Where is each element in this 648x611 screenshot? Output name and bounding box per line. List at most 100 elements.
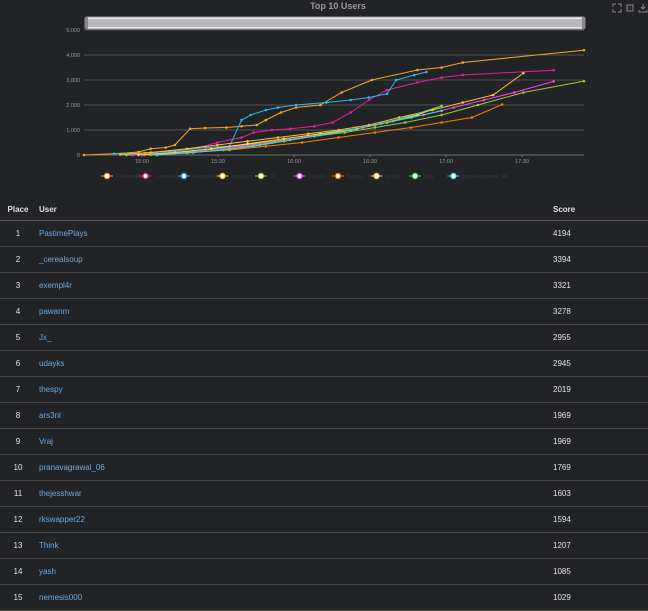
data-point <box>216 143 219 147</box>
data-point <box>203 126 207 130</box>
table-row: 2 _cerealsoup 3394 <box>0 246 648 273</box>
data-point <box>461 101 465 104</box>
header-score: Score <box>550 199 648 221</box>
user-link[interactable]: Vraj <box>36 428 550 455</box>
user-link[interactable]: pranavagrawal_06 <box>36 454 550 481</box>
data-point <box>440 76 443 79</box>
data-point <box>240 136 243 139</box>
data-point <box>552 68 555 72</box>
legend-marker-dot <box>103 172 111 180</box>
data-point <box>452 106 455 109</box>
user-link[interactable]: thespy <box>36 376 550 403</box>
data-point <box>373 131 377 134</box>
user-link[interactable]: _cerealsoup <box>36 246 550 273</box>
score-cell: 1029 <box>550 584 648 611</box>
y-tick-label: 2,000 <box>66 103 80 109</box>
data-point <box>582 79 586 83</box>
data-point <box>255 123 259 127</box>
table-header-row: Place User Score <box>0 199 648 221</box>
score-cell: 3394 <box>550 246 648 273</box>
data-point <box>191 151 195 154</box>
table-row: 8 ars3nl 1969 <box>0 402 648 429</box>
user-link[interactable]: thejesshwar <box>36 480 550 507</box>
table-row: 10 pranavagrawal_06 1769 <box>0 454 648 481</box>
legend-marker-dot <box>219 172 226 180</box>
data-point <box>461 61 465 64</box>
data-point <box>306 132 310 136</box>
user-link[interactable]: PastimePlays <box>36 220 550 247</box>
legend-label: _cerealsoup <box>154 174 185 180</box>
place-cell: 2 <box>0 246 36 273</box>
x-tick-label: 16:30 <box>363 159 377 165</box>
data-point <box>82 153 86 157</box>
table-row: 12 rkswapper22 1594 <box>0 506 648 533</box>
x-tick-label: 15:30 <box>211 159 225 165</box>
data-point <box>409 126 413 129</box>
table-row: 1 PastimePlays 4194 <box>0 220 648 247</box>
series-line <box>126 69 554 155</box>
place-cell: 7 <box>0 376 36 403</box>
data-point <box>240 118 243 122</box>
table-row: 3 exempl4r 3321 <box>0 272 648 299</box>
user-link[interactable]: Think <box>36 532 550 559</box>
score-cell: 4194 <box>550 220 648 247</box>
data-point <box>276 106 280 109</box>
place-cell: 3 <box>0 272 36 299</box>
data-point <box>552 80 555 83</box>
y-tick-label: 5,000 <box>66 28 80 34</box>
data-point <box>282 137 286 141</box>
user-link[interactable]: nemesis000 <box>36 584 550 611</box>
user-link[interactable]: yash <box>36 558 550 585</box>
data-point <box>188 127 192 131</box>
data-point <box>373 126 377 129</box>
series-line <box>83 49 585 156</box>
user-link[interactable]: Jx_ <box>36 324 550 351</box>
legend-label: Vraj <box>424 174 434 180</box>
data-point <box>385 92 389 96</box>
zoom-slider-handle-right <box>582 17 585 29</box>
data-point <box>149 151 152 154</box>
data-point <box>461 73 465 77</box>
x-tick-label: 16:00 <box>287 159 301 165</box>
data-point <box>385 88 389 92</box>
chart-title: Top 10 Users <box>310 1 366 11</box>
x-tick-label: 15:00 <box>135 159 149 165</box>
data-point <box>409 116 413 119</box>
score-cell: 1594 <box>550 506 648 533</box>
data-point <box>164 146 168 149</box>
score-cell: 1769 <box>550 454 648 481</box>
user-link[interactable]: rkswapper22 <box>36 506 550 533</box>
legend-label: exempl4r <box>193 174 216 180</box>
place-cell: 11 <box>0 480 36 507</box>
y-tick-label: 1,000 <box>66 128 80 134</box>
score-cell: 1969 <box>550 428 648 455</box>
legend-label: udayks <box>309 174 327 180</box>
data-point <box>522 91 525 94</box>
zoom-slider-window <box>87 19 583 27</box>
place-cell: 15 <box>0 584 36 611</box>
data-point <box>425 70 428 74</box>
x-tick-label: 17:30 <box>515 159 529 165</box>
line-chart: Top 10 Users 0 1,000 2,000 3,000 4,000 5,000 15… <box>66 1 586 180</box>
data-point <box>440 104 443 108</box>
score-cell: 3321 <box>550 272 648 299</box>
data-point <box>264 144 268 148</box>
legend-label: Jx_ <box>270 174 280 180</box>
user-link[interactable]: exempl4r <box>36 272 550 299</box>
data-point <box>500 103 504 106</box>
user-link[interactable]: pawanm <box>36 298 550 325</box>
data-point <box>582 48 586 52</box>
user-link[interactable]: ars3nl <box>36 402 550 429</box>
data-point <box>209 147 213 151</box>
data-point <box>264 108 268 112</box>
score-cell: 1603 <box>550 480 648 507</box>
data-point <box>337 136 340 139</box>
table-row: 6 udayks 2945 <box>0 350 648 377</box>
data-point <box>125 153 128 157</box>
data-point <box>137 153 140 157</box>
user-link[interactable]: udayks <box>36 350 550 377</box>
table-row: 14 yash 1085 <box>0 558 648 585</box>
score-cell: 3278 <box>550 298 648 325</box>
data-point <box>482 98 486 102</box>
data-point <box>185 147 189 151</box>
